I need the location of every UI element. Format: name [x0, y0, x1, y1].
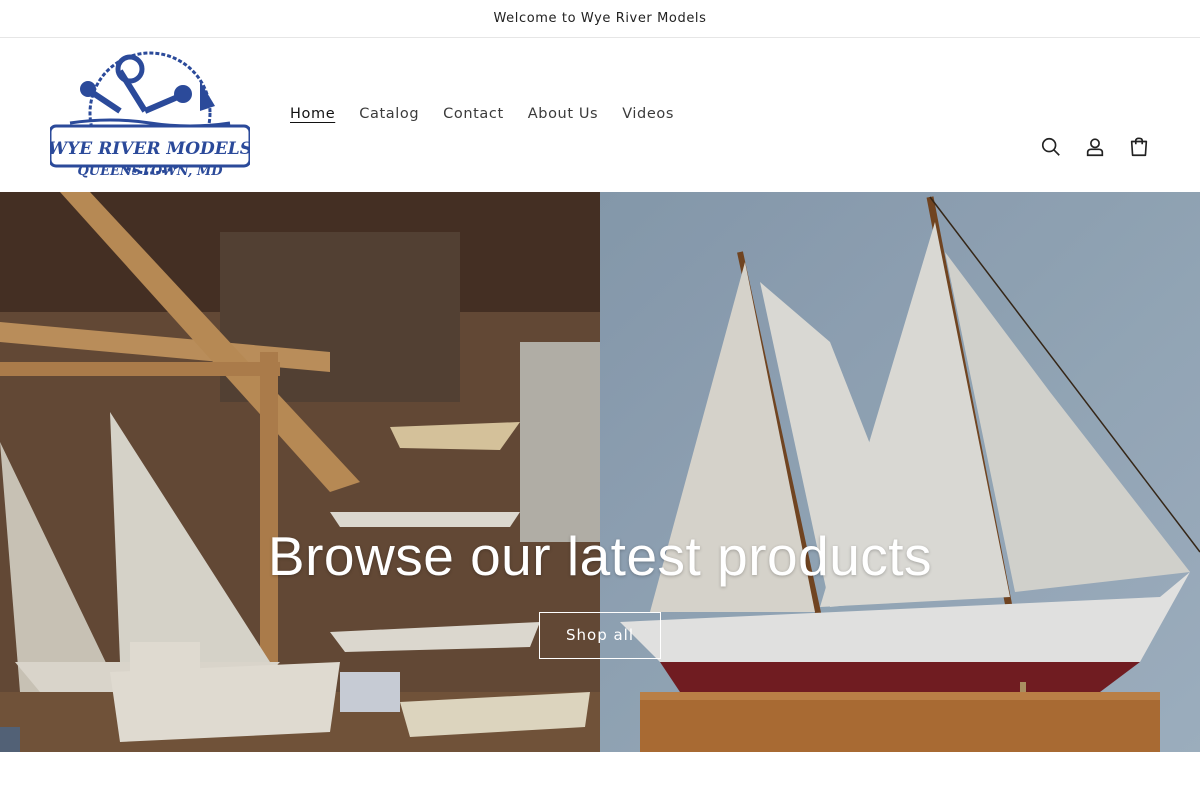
nav-item-videos[interactable]: Videos — [610, 102, 686, 126]
logo[interactable]: WYE RIVER MODELS QUEENSTOWN, MD — [48, 51, 252, 181]
search-icon — [1041, 137, 1060, 156]
cart-button[interactable] — [1124, 132, 1154, 162]
header-icons — [1036, 132, 1154, 162]
announcement-text: Welcome to Wye River Models — [493, 11, 707, 26]
site-header: WYE RIVER MODELS QUEENSTOWN, MD Home Cat… — [0, 38, 1200, 192]
nav-item-about-us[interactable]: About Us — [516, 102, 610, 126]
cart-icon — [1130, 137, 1148, 157]
nav-item-home[interactable]: Home — [278, 102, 347, 126]
main-nav: Home Catalog Contact About Us Videos — [278, 102, 686, 126]
nav-item-catalog[interactable]: Catalog — [347, 102, 431, 126]
logo-bottom-text: QUEENSTOWN, MD — [77, 164, 223, 179]
account-button[interactable] — [1080, 132, 1110, 162]
account-icon — [1086, 138, 1104, 157]
hero-overlay — [0, 192, 1200, 752]
shop-all-button[interactable]: Shop all — [539, 612, 661, 659]
nav-item-contact[interactable]: Contact — [431, 102, 516, 126]
search-button[interactable] — [1036, 132, 1066, 162]
hero-title: Browse our latest products — [267, 525, 933, 587]
announcement-bar: Welcome to Wye River Models — [0, 0, 1200, 38]
logo-top-text: WYE RIVER MODELS — [50, 139, 250, 159]
hero-banner: Browse our latest products Shop all — [0, 192, 1200, 752]
logo-image: WYE RIVER MODELS QUEENSTOWN, MD — [48, 51, 252, 179]
hero-content: Browse our latest products Shop all — [0, 524, 1200, 659]
